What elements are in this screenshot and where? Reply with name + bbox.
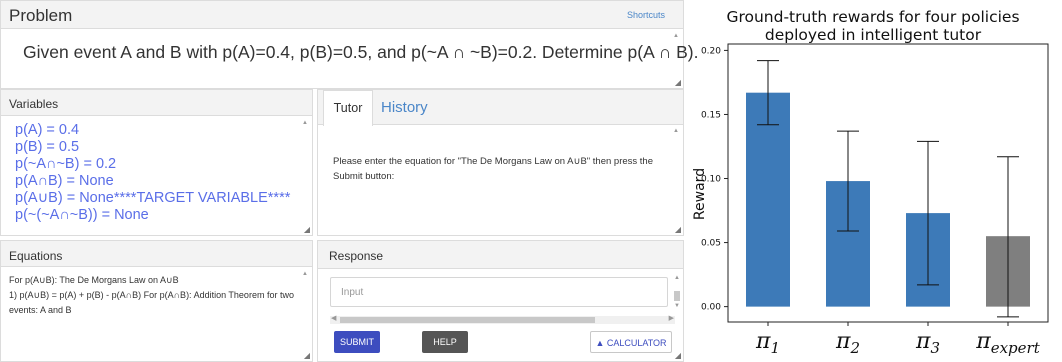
variable-item[interactable]: p(~(~A∩~B)) = None: [15, 207, 290, 224]
calculator-button[interactable]: ▲ CALCULATOR: [590, 331, 672, 353]
response-header: Response: [318, 241, 683, 269]
x-tick-label: π3: [915, 329, 940, 357]
variables-title: Variables: [9, 97, 59, 111]
tutor-message: Please enter the equation for "The De Mo…: [333, 156, 653, 182]
scroll-up-icon[interactable]: ▲: [673, 33, 679, 39]
scroll-left-icon[interactable]: ◀: [331, 314, 336, 322]
problem-panel: Problem Shortcuts Given event A and B wi…: [0, 0, 698, 89]
scroll-down-icon[interactable]: ▼: [674, 303, 680, 309]
response-vertical-scrollbar[interactable]: ▲ ▼: [673, 275, 681, 313]
tab-history[interactable]: History: [381, 90, 428, 125]
response-panel: Response ▲ ▼ ◀ ▶ SUBMIT HELP ▲ CALCULATO…: [317, 240, 684, 362]
x-tick-label: π2: [835, 329, 860, 357]
equations-body: For p(A∪B): The De Morgans Law on A∪B 1)…: [9, 273, 294, 318]
plot-area: 0.00 0.05 0.10 0.15 0.20 π1 π2 π3 πexpert: [701, 43, 1049, 357]
problem-title: Problem: [9, 6, 73, 25]
shortcuts-link[interactable]: Shortcuts: [627, 10, 665, 20]
problem-statement: Given event A and B with p(A)=0.4, p(B)=…: [23, 42, 699, 62]
tab-tutor[interactable]: Tutor: [323, 90, 373, 126]
resize-handle-icon[interactable]: ◢: [304, 352, 310, 360]
scroll-thumb[interactable]: [674, 291, 680, 301]
scroll-up-icon[interactable]: ▲: [302, 120, 308, 126]
response-title: Response: [329, 249, 384, 263]
equations-header: Equations: [1, 241, 312, 267]
variables-list: p(A) = 0.4 p(B) = 0.5 p(~A∩~B) = 0.2 p(A…: [15, 122, 290, 224]
variable-item[interactable]: p(~A∩~B) = 0.2: [15, 156, 290, 173]
resize-handle-icon[interactable]: ◢: [675, 352, 681, 360]
variable-item-target[interactable]: p(A∪B) = None****TARGET VARIABLE****: [15, 190, 290, 207]
intelligent-tutor-app: Problem Shortcuts Given event A and B wi…: [0, 0, 698, 362]
tab-bar: Tutor History: [318, 90, 683, 126]
y-tick-label: 0.20: [701, 46, 721, 56]
y-tick-label: 0.10: [701, 175, 721, 185]
variable-item[interactable]: p(A) = 0.4: [15, 122, 290, 139]
scroll-right-icon[interactable]: ▶: [669, 314, 674, 322]
equation-line: For p(A∪B): The De Morgans Law on A∪B: [9, 275, 179, 285]
variables-header: Variables: [1, 90, 312, 116]
equation-line: 1) p(A∪B) = p(A) + p(B) - p(A∩B) For p(A…: [9, 290, 294, 315]
y-tick-label: 0.15: [701, 110, 721, 120]
scroll-up-icon[interactable]: ▲: [673, 128, 679, 134]
x-tick-label: π1: [755, 329, 780, 357]
variable-item[interactable]: p(A∩B) = None: [15, 173, 290, 190]
help-button[interactable]: HELP: [422, 331, 468, 353]
resize-handle-icon[interactable]: ◢: [675, 226, 681, 234]
equations-panel: Equations For p(A∪B): The De Morgans Law…: [0, 240, 313, 362]
chart-title-line: Ground-truth rewards for four policies: [726, 8, 1019, 26]
resize-handle-icon[interactable]: ◢: [304, 226, 310, 234]
variables-panel: Variables p(A) = 0.4 p(B) = 0.5 p(~A∩~B)…: [0, 89, 313, 236]
scroll-thumb[interactable]: [340, 317, 595, 323]
equations-title: Equations: [9, 249, 63, 263]
tutor-panel: Tutor History Please enter the equation …: [317, 89, 684, 236]
scroll-up-icon[interactable]: ▲: [674, 275, 680, 281]
response-horizontal-scrollbar[interactable]: ◀ ▶: [330, 314, 675, 324]
rewards-chart-svg: Ground-truth rewards for four policies d…: [692, 8, 1049, 357]
problem-header: Problem Shortcuts: [1, 1, 683, 29]
x-tick-label: πexpert: [975, 329, 1040, 357]
scroll-up-icon[interactable]: ▲: [302, 271, 308, 277]
y-tick-label: 0.05: [701, 239, 721, 249]
rewards-chart: Ground-truth rewards for four policies d…: [684, 0, 1062, 362]
chart-title-line: deployed in intelligent tutor: [765, 26, 982, 44]
variable-item[interactable]: p(B) = 0.5: [15, 139, 290, 156]
submit-button[interactable]: SUBMIT: [334, 331, 380, 353]
y-tick-label: 0.00: [701, 303, 721, 313]
resize-handle-icon[interactable]: ◢: [675, 79, 681, 87]
response-input[interactable]: [330, 277, 668, 307]
